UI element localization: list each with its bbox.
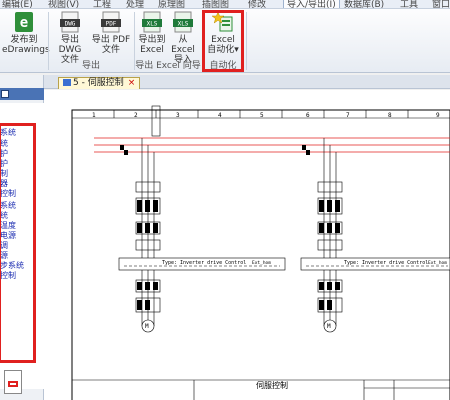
coil-label: Ext_hom [428, 260, 447, 266]
column-number: 8 [388, 112, 392, 119]
export-group-label: 导出 [81, 61, 100, 71]
schematic-icon [63, 79, 71, 86]
menu-edit[interactable]: 编辑(E) [2, 0, 33, 8]
coil-label: Ext_hom [252, 260, 271, 266]
menu-import-export[interactable]: 导入/导出(I) [283, 0, 340, 8]
column-number: 1 [92, 112, 96, 119]
highlight-box [0, 123, 36, 363]
excel-import-icon: XLS [173, 11, 193, 33]
export-dwg-button[interactable]: DWG 导出 DWG 文件 [50, 11, 90, 65]
dwg-file-icon: DWG [60, 11, 80, 33]
export-excel-line2: Excel [140, 45, 164, 55]
drawing-canvas[interactable]: 1 2 3 4 5 6 7 8 9 Type: Inverter drive C… [44, 90, 450, 400]
tab-label: 5 - 伺服控制 [73, 78, 124, 88]
ribbon-separator [246, 12, 247, 70]
excel-group-label: 导出 Excel 向导 [135, 61, 201, 71]
drive-type-label: Type: [162, 260, 177, 266]
export-excel-button[interactable]: XLS 导出到 Excel [136, 11, 168, 55]
schematic-drawing: 1 2 3 4 5 6 7 8 9 Type: Inverter drive C… [71, 105, 450, 400]
drive-type-label: Type: [344, 260, 359, 266]
motor-label: M [327, 323, 331, 330]
menu-view[interactable]: 视图(V) [48, 0, 79, 8]
import-excel-line1: 从 Excel [171, 35, 195, 55]
panel-icon [1, 90, 9, 98]
column-number: 4 [218, 112, 222, 119]
column-number: 7 [346, 112, 350, 119]
highlight-box [202, 10, 244, 72]
document-tab-bar: 5 - 伺服控制 × [44, 75, 450, 89]
publish-edrawings-button[interactable]: e 发布到 eDrawings [2, 11, 50, 55]
sheet-border [71, 109, 450, 400]
menu-window[interactable]: 窗口 [432, 0, 450, 8]
right-terminal-blocks [302, 145, 340, 310]
column-number: 3 [176, 112, 180, 119]
ribbon-separator [48, 12, 49, 70]
export-pdf-line2: 文件 [101, 45, 120, 55]
panel-header [0, 88, 44, 100]
excel-export-icon: XLS [142, 11, 162, 33]
dwg-text: DWG [65, 21, 76, 28]
svg-text:e: e [20, 15, 28, 31]
column-number: 2 [134, 112, 138, 119]
left-panel: 系统 统 护 护 制 器 控制 系统 统 温度 电源 调 源 步系统 控制 [0, 75, 44, 400]
import-excel-button[interactable]: XLS 从 Excel 导入 [166, 11, 200, 65]
close-icon[interactable]: × [128, 78, 136, 88]
menu-database[interactable]: 数据库(B) [344, 0, 384, 8]
export-pdf-line1: 导出 PDF [91, 35, 131, 45]
tab-servo-control[interactable]: 5 - 伺服控制 × [58, 77, 141, 89]
menu-schematic[interactable]: 原理图 [158, 0, 185, 8]
menu-project[interactable]: 工程 [93, 0, 111, 8]
menu-tools[interactable]: 工具 [400, 0, 418, 8]
column-number: 6 [306, 112, 310, 119]
edrawings-icon: e [15, 12, 33, 32]
column-number: 5 [260, 112, 264, 119]
xls-text: XLS [147, 21, 158, 28]
left-drive-circuit [118, 138, 286, 333]
title-block-title: 伺服控制 [256, 380, 288, 390]
export-dwg-line1: 导出 DWG [58, 35, 82, 55]
menu-layout[interactable]: 插图图 [202, 0, 229, 8]
pdf-text: PDF [106, 21, 117, 28]
left-terminal-blocks [120, 145, 158, 310]
menu-bar: 编辑(E) 视图(V) 工程 处理 原理图 插图图 修改 导入/导出(I) 数据… [0, 0, 450, 9]
export-pdf-button[interactable]: PDF 导出 PDF 文件 [91, 11, 131, 55]
publish-line1: 发布到 [10, 35, 38, 45]
motor-label: M [145, 323, 149, 330]
drive-label: Inverter drive Control [180, 260, 246, 266]
column-number: 9 [436, 112, 440, 119]
menu-process[interactable]: 处理 [126, 0, 144, 8]
thumbnail-marker [8, 381, 18, 387]
publish-line2: eDrawings [2, 45, 50, 55]
drive-label: Inverter drive Control [362, 260, 428, 266]
xls-text: XLS [178, 21, 189, 28]
power-bus [94, 137, 450, 153]
export-excel-line1: 导出到 [138, 35, 166, 45]
sheet-thumbnail[interactable] [4, 370, 22, 394]
pdf-file-icon: PDF [101, 11, 121, 33]
menu-modify[interactable]: 修改 [248, 0, 266, 8]
